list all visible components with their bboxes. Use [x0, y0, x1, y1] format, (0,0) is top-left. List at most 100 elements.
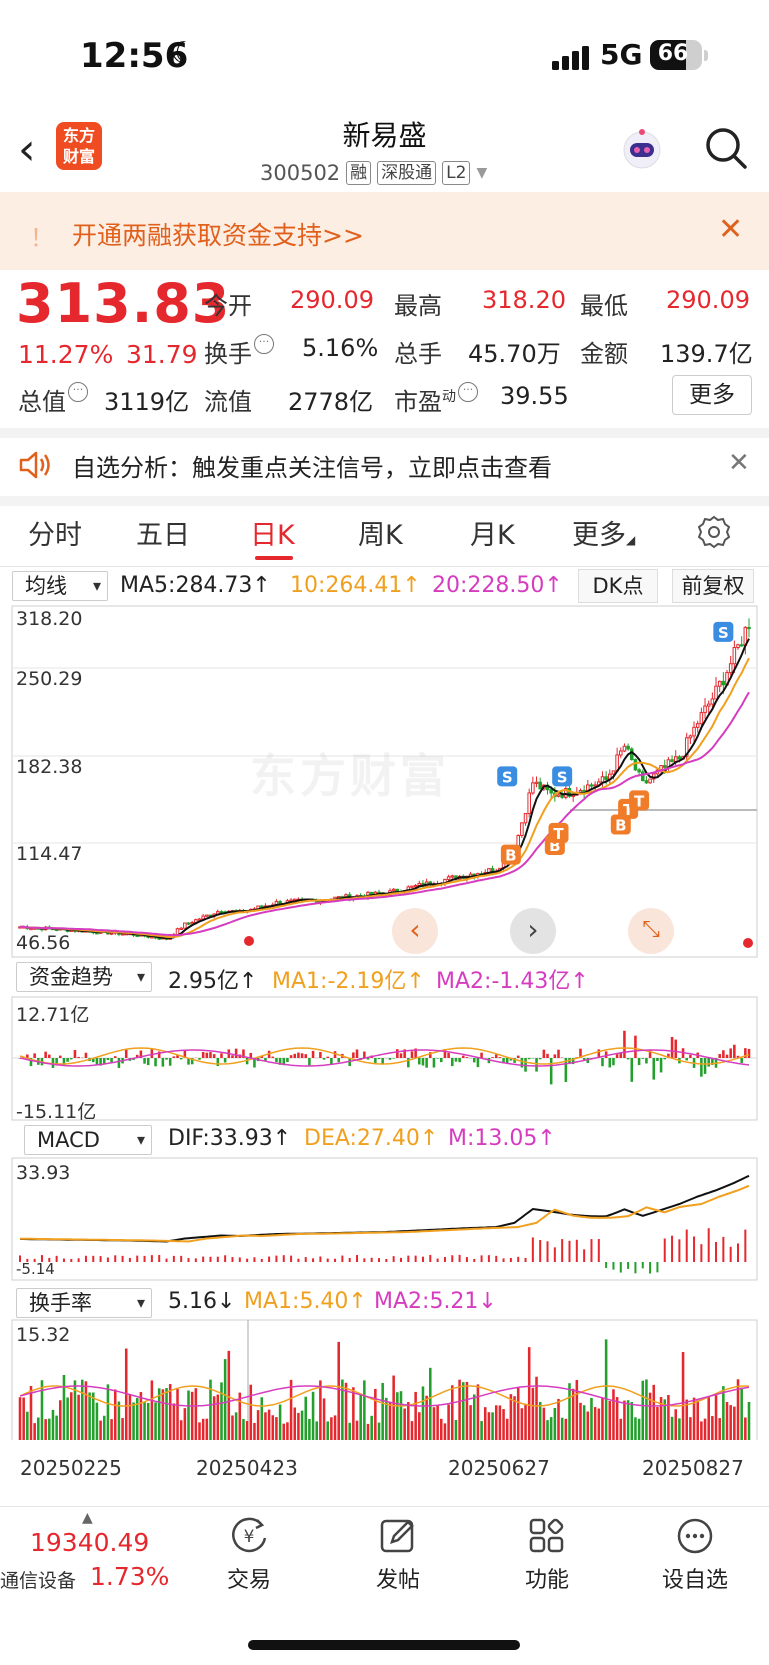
turnover-bar [198, 1422, 201, 1440]
candle [205, 914, 209, 917]
macd-bar [224, 1255, 227, 1262]
banner-close-icon[interactable]: ✕ [718, 212, 743, 247]
sector-index-pct[interactable]: 1.73% [90, 1562, 169, 1591]
forward-adjust-button[interactable]: 前复权 [672, 569, 754, 603]
chart-next-button[interactable]: › [510, 908, 556, 954]
turnover-bar [725, 1401, 729, 1440]
turnover-bar [692, 1397, 696, 1440]
turnover-bar [271, 1415, 275, 1440]
turnover-bar [183, 1408, 187, 1440]
turnover-bar [388, 1401, 392, 1440]
turnover-bar [396, 1392, 399, 1440]
trade-button[interactable]: ¥ 交易 [194, 1516, 304, 1594]
fund-bar [223, 1058, 227, 1063]
stock-code-row[interactable]: 300502 融 深股通 L2 ▼ [260, 158, 487, 188]
fund-bar [450, 1058, 454, 1067]
turnover-bar [267, 1409, 271, 1440]
dk-point-button[interactable]: DK点 [578, 569, 658, 603]
fund-bar [161, 1058, 165, 1067]
fund-bar [538, 1058, 542, 1060]
fund-bar [601, 1058, 604, 1067]
macd-bar [363, 1258, 366, 1262]
tab-weekly-k[interactable]: 周K [358, 513, 403, 552]
turnover-bar [527, 1347, 531, 1440]
search-icon[interactable] [702, 124, 750, 172]
watermark: 东方财富 [250, 749, 450, 803]
tab-daily-k[interactable]: 日K [250, 513, 295, 552]
tab-five-day[interactable]: 五日 [136, 513, 190, 552]
turnover-selector[interactable]: 换手率 [16, 1288, 152, 1318]
macd-bar [744, 1229, 747, 1262]
macd-bar [583, 1249, 586, 1262]
gear-icon[interactable] [696, 514, 732, 550]
turnover-rate: 5.16↓ [168, 1289, 236, 1314]
fund-bar [150, 1048, 154, 1058]
add-watchlist-button[interactable]: 设自选 [640, 1516, 750, 1594]
turnover-bar [494, 1405, 498, 1440]
turnover-bar [597, 1408, 601, 1440]
fund-bar [330, 1058, 333, 1065]
macd-bar [55, 1255, 58, 1262]
ma-selector[interactable]: 均线 [12, 571, 108, 601]
turnover-bar [399, 1391, 403, 1440]
fund-bar [300, 1053, 304, 1058]
turnover-bar [483, 1407, 487, 1440]
candle [648, 778, 652, 784]
fund-bar [117, 1058, 121, 1068]
candle [175, 928, 180, 935]
info-icon[interactable]: ··· [458, 382, 478, 402]
turnover-bar [538, 1401, 542, 1440]
turnover-bar [542, 1407, 546, 1440]
macd-bar [678, 1239, 681, 1262]
price-axis-label: 182.38 [16, 756, 83, 778]
fund-value: 2.95亿↑ [168, 969, 258, 994]
macd-bar [304, 1257, 307, 1262]
tab-monthly-k[interactable]: 月K [470, 513, 515, 552]
caret-up-icon: ▲ [82, 1510, 93, 1526]
turnover-bar [674, 1409, 678, 1440]
expand-icon[interactable]: ⤡ [628, 908, 674, 954]
function-button[interactable]: 功能 [492, 1516, 602, 1594]
turnover-bar [634, 1417, 637, 1440]
turnover-bar [234, 1412, 238, 1440]
candle [201, 915, 205, 920]
candle [728, 663, 733, 674]
macd-bar [429, 1254, 432, 1262]
macd-bar [480, 1255, 483, 1262]
fund-bar [286, 1058, 289, 1063]
macd-bar [693, 1236, 696, 1262]
turnover-bar [549, 1417, 553, 1440]
turnover-bar [223, 1359, 227, 1440]
turnover-bar [99, 1420, 102, 1440]
macd-selector[interactable]: MACD [24, 1125, 152, 1155]
info-icon[interactable]: ··· [254, 334, 274, 354]
grid-icon [529, 1518, 564, 1553]
fund-bar [421, 1058, 425, 1066]
robot-assistant-icon[interactable] [618, 126, 666, 174]
turnover-bar [143, 1402, 146, 1440]
analysis-text[interactable]: 自选分析：触发重点关注信号，立即点击查看 [72, 448, 552, 483]
tab-more[interactable]: 更多◢ [572, 513, 635, 552]
turnover-ma2: MA2:5.21↓ [374, 1289, 497, 1314]
chart-prev-button[interactable]: ‹ [392, 908, 438, 954]
fund-bar [179, 1058, 183, 1060]
sector-name[interactable]: 通信设备 [0, 1566, 76, 1593]
fund-bar [685, 1058, 688, 1061]
fund-bar [84, 1052, 88, 1058]
turnover-bar [70, 1392, 73, 1440]
banner-text[interactable]: 开通两融获取资金支持>> [72, 216, 364, 252]
macd-bar [737, 1243, 740, 1262]
trade-icon: ¥ [232, 1517, 267, 1553]
fund-selector[interactable]: 资金趋势 [16, 962, 152, 992]
tab-intraday[interactable]: 分时 [28, 513, 82, 552]
turnover-bar [711, 1416, 714, 1440]
change-pct: 11.27% [18, 340, 114, 369]
more-button[interactable]: 更多 [672, 375, 752, 415]
post-button[interactable]: 发帖 [343, 1516, 453, 1594]
moon-icon: ☾ [170, 36, 197, 71]
analysis-close-icon[interactable]: ✕ [728, 448, 750, 478]
sector-index-value[interactable]: 19340.49 [30, 1528, 149, 1557]
turnover-bar [491, 1412, 494, 1440]
info-icon[interactable]: ··· [68, 382, 88, 402]
fund-bar [645, 1058, 648, 1064]
